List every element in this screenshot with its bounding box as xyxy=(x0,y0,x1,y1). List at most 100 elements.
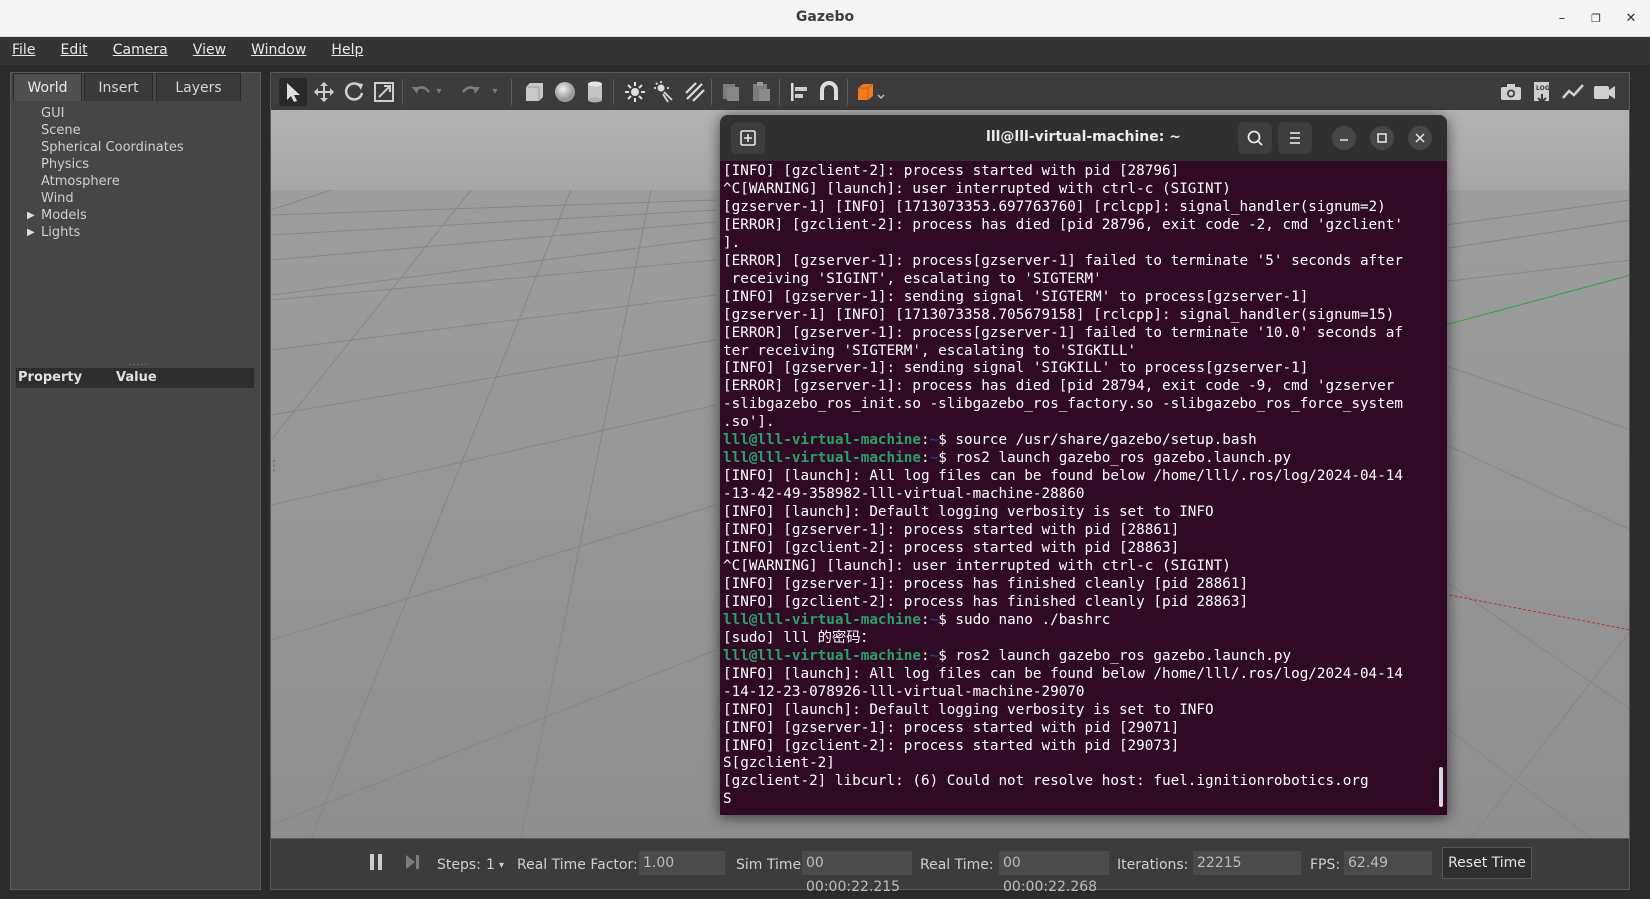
video-icon[interactable] xyxy=(1590,78,1618,106)
terminal-scrollbar[interactable] xyxy=(1439,767,1443,807)
menu-file[interactable]: File xyxy=(0,37,43,58)
paste-icon[interactable] xyxy=(747,78,775,106)
tree-item-gui[interactable]: GUI xyxy=(15,105,255,122)
prompt-command: $ ros2 launch gazebo_ros gazebo.launch.p… xyxy=(938,450,1292,467)
sim-time-field: 00 00:00:22.215 xyxy=(802,851,912,895)
prompt-path: ~ xyxy=(929,647,939,664)
step-icon[interactable] xyxy=(403,852,421,877)
expand-arrow-icon[interactable]: ▶ xyxy=(27,207,35,224)
snap-icon[interactable] xyxy=(815,78,843,106)
hamburger-menu-icon[interactable] xyxy=(1278,122,1312,154)
pause-icon[interactable] xyxy=(367,852,385,877)
terminal-output-line: -14-12-23-078926-lll-virtual-machine-290… xyxy=(723,683,1085,700)
select-arrow-icon[interactable] xyxy=(279,78,307,106)
terminal-headerbar: lll@lll-virtual-machine: ~ xyxy=(720,115,1447,161)
prompt-user: lll@lll-virtual-machine xyxy=(723,647,921,664)
steps-value[interactable]: 1 xyxy=(486,857,495,873)
plot-icon[interactable] xyxy=(1559,78,1587,106)
terminal-output-line: [gzclient-2] libcurl: (6) Could not reso… xyxy=(723,773,1369,790)
log-icon[interactable]: LOG xyxy=(1528,78,1556,106)
terminal-output-line: [INFO] [gzserver-1]: process started wit… xyxy=(723,719,1180,736)
toolbar-separator xyxy=(511,79,512,105)
world-tree: GUI Scene Spherical Coordinates Physics … xyxy=(15,105,255,241)
terminal-output-line: [INFO] [gzserver-1]: sending signal 'SIG… xyxy=(723,288,1309,305)
value-column-header: Value xyxy=(116,370,157,385)
terminal-output-line: S[gzclient-2] xyxy=(723,755,835,772)
copy-icon[interactable] xyxy=(717,78,745,106)
prompt-path: ~ xyxy=(929,611,939,628)
box-icon[interactable] xyxy=(520,78,548,106)
maximize-button[interactable]: ❐ xyxy=(1585,8,1607,30)
real-time-factor-field: 1.00 xyxy=(639,851,725,875)
terminal-output-line: [gzserver-1] [INFO] [1713073353.69776376… xyxy=(723,198,1386,215)
menu-edit[interactable]: Edit xyxy=(49,37,96,58)
terminal-output-line: ter receiving 'SIGTERM', escalating to '… xyxy=(723,342,1137,359)
tab-insert[interactable]: Insert xyxy=(84,73,153,101)
terminal-maximize-icon[interactable] xyxy=(1370,126,1394,150)
menu-window[interactable]: Window xyxy=(239,37,314,58)
terminal-close-icon[interactable] xyxy=(1408,126,1432,150)
tab-layers[interactable]: Layers xyxy=(156,73,241,101)
real-time-factor-label: Real Time Factor: xyxy=(517,857,638,873)
point-light-icon[interactable] xyxy=(621,78,649,106)
toolbar-separator xyxy=(711,79,712,105)
terminal-output-line: ^C[WARNING] [launch]: user interrupted w… xyxy=(723,180,1231,197)
prompt-path: ~ xyxy=(929,450,939,467)
screenshot-icon[interactable] xyxy=(1497,78,1525,106)
menu-view[interactable]: View xyxy=(181,37,234,58)
cylinder-icon[interactable] xyxy=(581,78,609,106)
translate-icon[interactable] xyxy=(310,78,338,106)
rotate-icon[interactable] xyxy=(340,78,368,106)
tab-world[interactable]: World xyxy=(13,73,82,101)
search-icon[interactable] xyxy=(1238,122,1272,154)
toolbar-separator xyxy=(402,79,403,105)
align-icon[interactable] xyxy=(785,78,813,106)
reset-time-button[interactable]: Reset Time xyxy=(1442,847,1532,879)
tree-item-models[interactable]: ▶ Models xyxy=(15,207,255,224)
prompt-path: ~ xyxy=(929,432,939,449)
terminal-output-line: [gzserver-1] [INFO] [1713073358.70567915… xyxy=(723,306,1395,323)
prompt-user: lll@lll-virtual-machine xyxy=(723,611,921,628)
main-toolbar: ▾ ▾ LOG xyxy=(270,72,1630,110)
terminal-output-line: -slibgazebo_ros_init.so -slibgazebo_ros_… xyxy=(723,396,1403,413)
prompt-separator: : xyxy=(920,647,930,664)
prompt-command: $ ros2 launch gazebo_ros gazebo.launch.p… xyxy=(938,647,1292,664)
terminal-prompt-line: lll@lll-virtual-machine:~$ source /usr/s… xyxy=(723,432,1443,450)
directional-light-icon[interactable] xyxy=(681,78,709,106)
close-button[interactable]: ✕ xyxy=(1620,8,1642,30)
terminal-output-line: [INFO] [launch]: Default logging verbosi… xyxy=(723,504,1214,521)
spot-light-icon[interactable] xyxy=(651,78,679,106)
iterations-field: 22215 xyxy=(1193,851,1301,875)
terminal-output-line: [INFO] [gzclient-2]: process started wit… xyxy=(723,163,1180,179)
tree-item-lights[interactable]: ▶ Lights xyxy=(15,224,255,241)
menu-camera[interactable]: Camera xyxy=(101,37,176,58)
tree-item-atmosphere[interactable]: Atmosphere xyxy=(15,173,255,190)
minimize-button[interactable]: – xyxy=(1551,8,1573,30)
tree-item-spherical-coordinates[interactable]: Spherical Coordinates xyxy=(15,139,255,156)
redo-dropdown-icon[interactable]: ▾ xyxy=(487,78,503,106)
terminal-prompt-line: lll@lll-virtual-machine:~$ sudo nano ./b… xyxy=(723,612,1443,630)
terminal-minimize-icon[interactable] xyxy=(1332,126,1356,150)
tree-item-wind[interactable]: Wind xyxy=(15,190,255,207)
terminal-output[interactable]: [INFO] [gzclient-2]: process started wit… xyxy=(723,163,1443,813)
property-column-header: Property xyxy=(18,370,83,385)
steps-dropdown-icon[interactable]: ▾ xyxy=(499,860,504,871)
expand-arrow-icon[interactable]: ▶ xyxy=(27,224,35,241)
view-angle-icon[interactable] xyxy=(853,78,887,106)
tree-item-physics[interactable]: Physics xyxy=(15,156,255,173)
panel-splitter-handle[interactable]: ..... xyxy=(129,358,148,368)
scale-icon[interactable] xyxy=(370,78,398,106)
undo-dropdown-icon[interactable]: ▾ xyxy=(431,78,447,106)
redo-icon[interactable] xyxy=(457,78,485,106)
terminal-output-line: [ERROR] [gzserver-1]: process[gzserver-1… xyxy=(723,252,1403,269)
menu-help[interactable]: Help xyxy=(319,37,371,58)
sphere-icon[interactable] xyxy=(551,78,579,106)
terminal-window[interactable]: lll@lll-virtual-machine: ~ [INFO] [gzcli… xyxy=(720,115,1447,815)
prompt-user: lll@lll-virtual-machine xyxy=(723,450,921,467)
tree-item-scene[interactable]: Scene xyxy=(15,122,255,139)
window-titlebar: Gazebo – ❐ ✕ xyxy=(0,0,1650,37)
terminal-output-line: ]. xyxy=(723,234,741,251)
terminal-output-line: [ERROR] [gzclient-2]: process has died [… xyxy=(723,216,1403,233)
terminal-prompt-line: lll@lll-virtual-machine:~$ ros2 launch g… xyxy=(723,450,1443,468)
terminal-output-line: [INFO] [gzclient-2]: process has finishe… xyxy=(723,593,1249,610)
